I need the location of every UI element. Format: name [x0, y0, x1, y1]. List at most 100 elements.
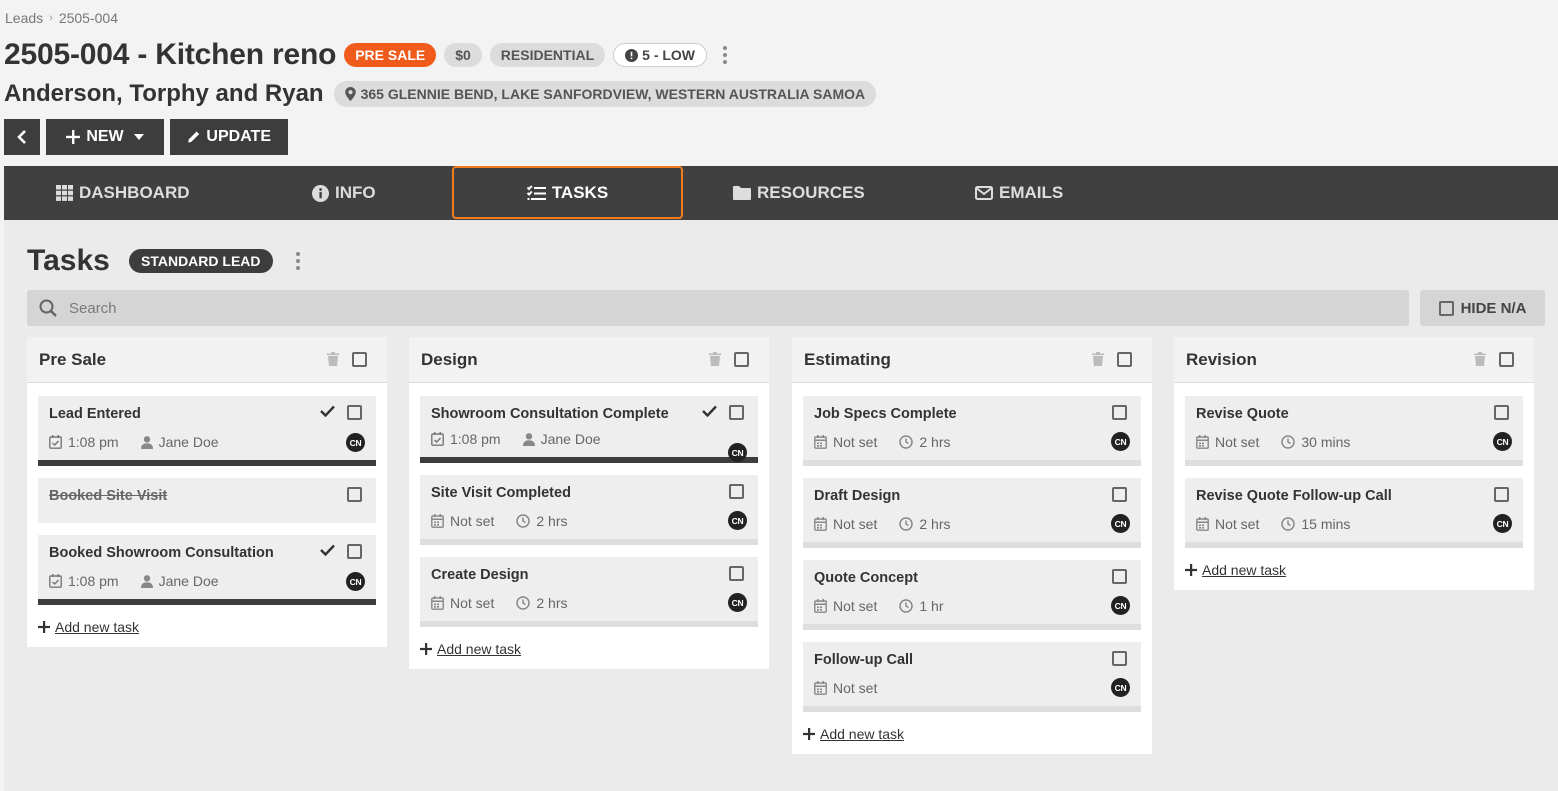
task-meta: Not set 1 hr — [803, 589, 1141, 624]
search-input[interactable] — [69, 299, 1369, 317]
task-name: Booked Site Visit — [49, 488, 168, 504]
calendar-icon — [814, 681, 827, 695]
task-card[interactable]: Create Design Not set 2 hrs CN — [420, 557, 758, 627]
alert-circle-icon — [625, 48, 639, 62]
task-checkbox[interactable] — [729, 484, 744, 499]
task-checkbox[interactable] — [347, 405, 362, 420]
assignee-avatar[interactable]: CN — [1493, 432, 1512, 451]
calendar-check-icon — [431, 432, 444, 446]
task-card[interactable]: Booked Showroom Consultation 1:08 pm Jan… — [38, 535, 376, 605]
trash-icon[interactable] — [1092, 352, 1104, 366]
column-header: Pre Sale — [27, 337, 387, 383]
assignee-avatar[interactable]: CN — [346, 433, 365, 452]
plus-icon — [1185, 564, 1197, 576]
column-design: Design Showroom Consultation Complete 1:… — [409, 337, 769, 669]
task-checkbox[interactable] — [1112, 651, 1127, 666]
task-name: Revise Quote Follow-up Call — [1196, 488, 1392, 504]
column-select-checkbox[interactable] — [1499, 352, 1514, 367]
task-card[interactable]: Site Visit Completed Not set 2 hrs CN — [420, 475, 758, 545]
hide-na-toggle[interactable]: HIDE N/A — [1420, 290, 1545, 326]
plus-icon — [38, 621, 50, 633]
template-badge[interactable]: STANDARD LEAD — [129, 249, 273, 273]
tasks-more-menu-icon[interactable] — [288, 249, 308, 273]
search-bar — [27, 290, 1409, 326]
trash-icon[interactable] — [709, 352, 721, 366]
tab-emails-label: EMAILS — [999, 183, 1064, 202]
task-card[interactable]: Job Specs Complete Not set 2 hrs CN — [803, 396, 1141, 466]
new-button[interactable]: NEW — [46, 119, 164, 155]
task-meta: Not set — [803, 671, 1141, 706]
add-new-task-link[interactable]: Add new task — [1174, 560, 1534, 590]
column-select-checkbox[interactable] — [734, 352, 749, 367]
task-card[interactable]: Showroom Consultation Complete 1:08 pm J… — [420, 396, 758, 463]
add-new-task-link[interactable]: Add new task — [27, 617, 387, 647]
task-card[interactable]: Revise Quote Follow-up Call Not set 15 m… — [1185, 478, 1523, 548]
task-checkbox[interactable] — [729, 566, 744, 581]
task-name: Follow-up Call — [814, 652, 914, 668]
task-checkbox[interactable] — [1112, 405, 1127, 420]
assignee-avatar[interactable]: CN — [728, 443, 747, 462]
task-card[interactable]: Booked Site Visit — [38, 478, 376, 523]
lead-header: 2505-004 - Kitchen reno PRE SALE $0 RESI… — [4, 38, 735, 72]
tab-emails[interactable]: EMAILS — [975, 166, 1063, 220]
breadcrumb-leads-link[interactable]: Leads — [5, 10, 43, 26]
priority-badge[interactable]: 5 - LOW — [613, 43, 708, 67]
tab-resources[interactable]: RESOURCES — [733, 166, 865, 220]
column-title: Estimating — [804, 349, 891, 369]
task-checkbox[interactable] — [347, 544, 362, 559]
checkmark-icon — [320, 405, 335, 417]
assignee-avatar[interactable]: CN — [728, 511, 747, 530]
add-new-task-link[interactable]: Add new task — [409, 639, 769, 669]
clock-icon — [899, 599, 914, 613]
task-card[interactable]: Draft Design Not set 2 hrs CN — [803, 478, 1141, 548]
task-card[interactable]: Quote Concept Not set 1 hr CN — [803, 560, 1141, 630]
tab-dashboard-label: DASHBOARD — [79, 183, 190, 202]
assignee-avatar[interactable]: CN — [1111, 514, 1130, 533]
column-select-checkbox[interactable] — [1117, 352, 1132, 367]
task-checkbox[interactable] — [1112, 569, 1127, 584]
header-more-menu-icon[interactable] — [715, 43, 735, 67]
priority-label: 5 - LOW — [642, 47, 696, 63]
trash-icon[interactable] — [1474, 352, 1486, 366]
task-card[interactable]: Lead Entered 1:08 pm Jane Doe CN — [38, 396, 376, 466]
breadcrumb-current: 2505-004 — [58, 10, 118, 26]
tab-dashboard[interactable]: DASHBOARD — [56, 166, 190, 220]
task-checkbox[interactable] — [1494, 487, 1509, 502]
amount-badge: $0 — [444, 43, 482, 67]
task-card[interactable]: Follow-up Call Not set CN — [803, 642, 1141, 712]
task-duration: 2 hrs — [919, 434, 951, 450]
hide-na-checkbox[interactable] — [1438, 300, 1454, 316]
column-header: Design — [409, 337, 769, 383]
assignee-avatar[interactable]: CN — [346, 572, 365, 591]
checkmark-icon — [320, 544, 335, 556]
assignee-avatar[interactable]: CN — [1111, 678, 1130, 697]
tab-tasks[interactable]: TASKS — [452, 166, 683, 219]
task-user: Jane Doe — [540, 431, 601, 447]
user-icon — [140, 574, 153, 588]
caret-down-icon — [133, 134, 144, 140]
task-duration: 30 mins — [1301, 434, 1351, 450]
assignee-avatar[interactable]: CN — [1111, 596, 1130, 615]
task-duration: 2 hrs — [919, 516, 951, 532]
calendar-icon — [1196, 435, 1209, 449]
task-checkbox[interactable] — [1112, 487, 1127, 502]
assignee-avatar[interactable]: CN — [728, 593, 747, 612]
task-meta: Not set 2 hrs — [803, 425, 1141, 460]
task-checkbox[interactable] — [347, 487, 362, 502]
column-select-checkbox[interactable] — [352, 352, 367, 367]
add-new-task-label: Add new task — [55, 619, 140, 635]
update-button[interactable]: UPDATE — [170, 119, 288, 155]
task-name: Revise Quote — [1196, 406, 1289, 422]
add-new-task-link[interactable]: Add new task — [792, 724, 1152, 754]
calendar-icon — [814, 599, 827, 613]
task-checkbox[interactable] — [729, 405, 744, 420]
assignee-avatar[interactable]: CN — [1111, 432, 1130, 451]
trash-icon[interactable] — [327, 352, 339, 366]
tab-info-label: INFO — [335, 183, 376, 202]
back-button[interactable] — [4, 119, 40, 155]
tab-info[interactable]: INFO — [312, 166, 376, 220]
task-checkbox[interactable] — [1494, 405, 1509, 420]
address-badge[interactable]: 365 GLENNIE BEND, LAKE SANFORDVIEW, WEST… — [333, 81, 877, 107]
assignee-avatar[interactable]: CN — [1493, 514, 1512, 533]
task-card[interactable]: Revise Quote Not set 30 mins CN — [1185, 396, 1523, 466]
